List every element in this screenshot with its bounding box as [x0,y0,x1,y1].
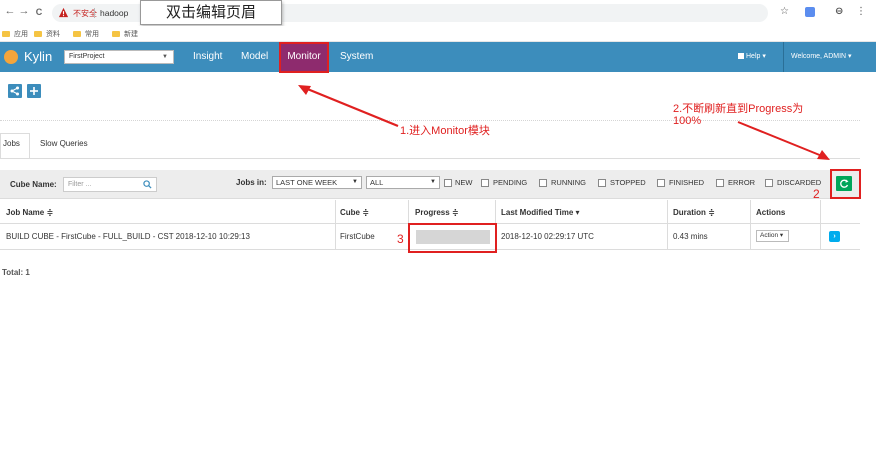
chevron-down-icon: ▼ [352,179,358,185]
brand-name: Kylin [24,49,53,64]
annotation-step-2-value: 100% [673,115,702,127]
checkbox-running-label: RUNNING [551,178,586,187]
share-button[interactable] [8,84,22,98]
chevron-down-icon: ▼ [430,179,436,185]
checkbox-stopped[interactable] [598,179,606,187]
plus-icon [30,87,38,95]
cube-name-search-input[interactable]: Filter ... [63,177,157,192]
url-text[interactable]: hadoop [100,8,128,18]
bookmark-common[interactable]: 常用 [73,29,99,39]
annotation-step-1: 1.进入Monitor模块 [400,125,490,137]
time-range-select[interactable]: LAST ONE WEEK ▼ [272,176,362,189]
forward-button[interactable]: → [18,5,30,17]
checkbox-new-label: NEW [455,178,473,187]
book-icon [738,53,744,60]
job-name-cell: BUILD CUBE - FirstCube - FULL_BUILD - CS… [6,232,250,241]
total-count: Total: 1 [2,268,30,277]
back-button[interactable]: ← [4,5,16,17]
cube-name-label: Cube Name: [10,180,57,189]
warning-icon [58,7,69,18]
folder-icon [112,31,120,37]
kylin-logo[interactable]: Kylin [0,49,52,64]
checkbox-pending-label: PENDING [493,178,528,187]
browser-menu-icon[interactable]: ⋮ [856,6,866,17]
bookmark-resources[interactable]: 资料 [34,29,60,39]
col-header-job-name[interactable]: Job Name ≑ [6,208,53,217]
checkbox-error[interactable] [716,179,724,187]
last-modified-cell: 2018-12-10 02:29:17 UTC [501,232,594,241]
section-divider [0,120,860,121]
reload-button[interactable]: C [33,7,45,17]
nav-system[interactable]: System [333,42,380,72]
nav-insight[interactable]: Insight [186,42,229,72]
account-icon[interactable]: ⊖ [835,6,843,17]
bookmark-apps[interactable]: 应用 [2,29,28,39]
bookmark-star-icon[interactable]: ☆ [780,6,789,17]
tabs-underline [0,158,860,159]
chevron-down-icon: ▼ [162,54,168,60]
checkbox-stopped-label: STOPPED [610,178,646,187]
annotation-label-3: 3 [397,232,404,246]
jobs-filter-bar: Cube Name: Filter ... Jobs in: LAST ONE … [0,170,860,199]
kylin-logo-icon [4,49,18,64]
folder-icon [73,31,81,37]
checkbox-discarded[interactable] [765,179,773,187]
project-select[interactable]: FirstProject ▼ [64,50,174,64]
share-icon [10,86,19,96]
progress-highlight-box [408,223,497,253]
col-header-actions: Actions [756,208,786,217]
refresh-highlight-box [830,169,861,199]
bookmarks-bar: 应用 资料 常用 新建 [0,26,876,42]
tab-slow-queries[interactable]: Slow Queries [40,139,88,148]
col-header-progress[interactable]: Progress ≑ [415,208,459,217]
cube-cell: FirstCube [340,232,375,241]
tab-jobs[interactable]: Jobs [3,139,20,148]
checkbox-pending[interactable] [481,179,489,187]
col-header-cube[interactable]: Cube ≑ [340,208,369,217]
extension-icon[interactable] [805,7,815,17]
header-edit-tooltip: 双击编辑页眉 [140,0,282,25]
col-divider [335,200,336,250]
search-icon[interactable] [143,180,152,189]
help-menu[interactable]: Help ▾ [738,42,766,72]
arrow-to-refresh [737,121,823,157]
annotation-step-2-title: 2.不断刷新直到Progress为 [673,103,804,115]
folder-icon [2,31,10,37]
address-separator [94,8,95,18]
checkbox-discarded-label: DISCARDED [777,178,822,187]
monitor-highlight-box [279,42,329,73]
job-detail-button[interactable]: › [829,231,840,242]
jobs-in-label: Jobs in: [236,178,267,187]
annotation-label-2: 2 [813,187,820,201]
duration-cell: 0.43 mins [673,232,708,241]
action-dropdown-button[interactable]: Action ▾ [756,230,789,242]
checkbox-finished[interactable] [657,179,665,187]
checkbox-error-label: ERROR [728,178,756,187]
col-divider [667,200,668,250]
nav-model[interactable]: Model [234,42,275,72]
bookmark-new[interactable]: 新建 [112,29,138,39]
browser-toolbar: ← → C 不安全 hadoop ☆ ⊖ ⋮ [0,0,876,26]
add-button[interactable] [27,84,41,98]
col-header-last-modified[interactable]: Last Modified Time ▾ [501,208,580,217]
nav-divider [783,42,784,72]
checkbox-running[interactable] [539,179,547,187]
col-header-duration[interactable]: Duration ≑ [673,208,715,217]
user-menu[interactable]: Welcome, ADMIN ▾ [791,42,852,72]
kylin-navbar: Kylin FirstProject ▼ Insight Model Monit… [0,42,876,72]
col-divider [820,200,821,250]
checkbox-new[interactable] [444,179,452,187]
checkbox-finished-label: FINISHED [669,178,705,187]
status-scope-select[interactable]: ALL ▼ [366,176,440,189]
col-divider [750,200,751,250]
folder-icon [34,31,42,37]
arrow-head-monitor [298,85,311,95]
